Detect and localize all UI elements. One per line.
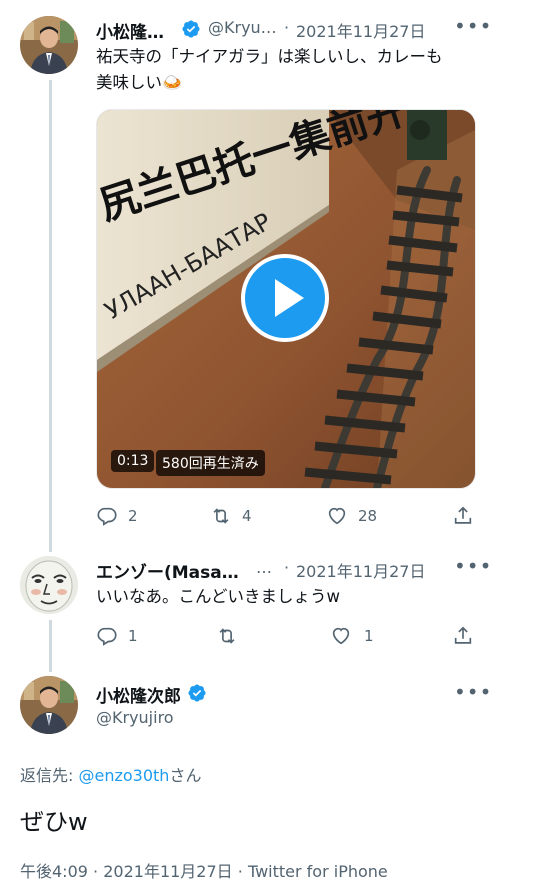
retweet-button[interactable]: [216, 625, 238, 647]
video-views: 580回再生済み: [156, 450, 265, 476]
like-count: 28: [358, 507, 378, 525]
tweet-date[interactable]: 2021年11月27日: [296, 558, 425, 582]
retweet-count: 4: [242, 507, 252, 525]
tweet-text-line2: 美味しい: [96, 73, 162, 92]
reply-to-handle[interactable]: @enzo30th: [78, 766, 169, 785]
separator: ·: [284, 18, 290, 37]
verified-badge-icon: [182, 20, 200, 38]
like-button[interactable]: 28: [326, 505, 377, 527]
share-button[interactable]: [452, 505, 474, 527]
share-icon: [454, 626, 472, 644]
share-button[interactable]: [452, 625, 474, 647]
tweet-time[interactable]: 午後4:09: [20, 862, 88, 881]
video-player[interactable]: 尻兰巴托一集前开 УЛААН-БААТАР: [96, 109, 476, 489]
like-icon: [332, 627, 350, 645]
like-icon: [328, 507, 346, 525]
reply-count: 2: [128, 507, 138, 525]
tweet-text-line: 祐天寺の「ナイアガラ」は楽しいし、カレーも: [96, 47, 443, 66]
more-icon[interactable]: •••: [454, 680, 492, 704]
author-handle[interactable]: @Kryu…: [208, 18, 277, 37]
reply-count: 1: [128, 627, 138, 645]
video-duration: 0:13: [111, 450, 155, 472]
like-button[interactable]: 1: [330, 625, 374, 647]
author-handle[interactable]: …: [256, 558, 272, 577]
reply-to: 返信先: @enzo30thさん: [20, 762, 201, 786]
retweet-icon: [213, 508, 229, 524]
separator: ·: [284, 558, 290, 577]
retweet-icon: [219, 628, 235, 644]
tweet-client[interactable]: Twitter for iPhone: [248, 862, 388, 881]
reply-button[interactable]: 1: [96, 625, 138, 647]
tweet-text: いいなあ。こんどいきましょうw: [96, 587, 340, 606]
author-name[interactable]: 小松隆次郎: [96, 682, 181, 707]
more-icon[interactable]: •••: [454, 14, 492, 38]
reply-icon: [97, 627, 117, 646]
tweet-date[interactable]: 2021年11月27日: [103, 862, 232, 881]
reply-to-prefix: 返信先:: [20, 766, 79, 785]
retweet-button[interactable]: 4: [210, 505, 252, 527]
like-count: 1: [364, 627, 374, 645]
main-tweet-text: ぜひw: [20, 808, 88, 836]
curry-emoji: 🍛: [162, 73, 183, 92]
thread-line: [49, 80, 52, 552]
tweet-meta: 午後4:09 · 2021年11月27日 · Twitter for iPhon…: [20, 858, 388, 882]
separator: ·: [93, 862, 99, 881]
verified-badge-icon: [188, 684, 206, 702]
avatar[interactable]: [20, 16, 78, 74]
reply-to-suffix: さん: [169, 766, 202, 785]
author-name[interactable]: 小松隆…: [96, 18, 164, 43]
avatar[interactable]: [20, 556, 78, 614]
tweet-date[interactable]: 2021年11月27日: [296, 18, 425, 42]
author-handle[interactable]: @Kryujiro: [96, 708, 174, 727]
play-icon[interactable]: [240, 253, 330, 343]
tweet-text: 祐天寺の「ナイアガラ」は楽しいし、カレーも 美味しい🍛: [96, 44, 443, 96]
thread-line: [49, 620, 52, 672]
tweet-text-line: 美味しい🍛: [96, 70, 443, 96]
more-icon[interactable]: •••: [454, 554, 492, 578]
avatar[interactable]: [20, 676, 78, 734]
reply-button[interactable]: 2: [96, 505, 138, 527]
share-icon: [454, 506, 472, 524]
separator: ·: [237, 862, 243, 881]
author-name[interactable]: エンゾー(Masa…: [96, 558, 239, 583]
reply-icon: [97, 507, 117, 526]
